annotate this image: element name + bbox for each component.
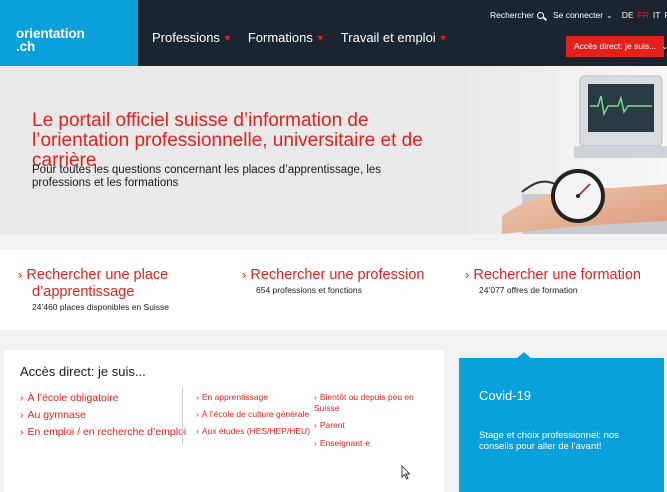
access-link-parent[interactable]: › Parent: [314, 420, 345, 431]
access-link-label: Bientôt ou depuis peu en Suisse: [314, 392, 414, 413]
quick-link-title[interactable]: Rechercher une place: [26, 267, 168, 283]
divider-band: [0, 234, 667, 250]
chevron-right-icon: ›: [196, 392, 199, 402]
access-heading: Accès direct: je suis...: [20, 364, 146, 379]
chevron-right-icon: ›: [18, 267, 23, 282]
quick-link-profession[interactable]: › Rechercher une profession 654 professio…: [242, 266, 424, 295]
hero-title: Le portail officiel suisse d’information…: [32, 110, 423, 171]
lang-de[interactable]: DE: [622, 10, 634, 20]
chevron-down-icon: ⌄: [606, 10, 613, 20]
mouse-cursor-icon: [401, 465, 411, 480]
access-link-enseignant[interactable]: › Enseignant·e: [314, 438, 370, 449]
nav-professions[interactable]: Professions ▼: [152, 30, 232, 45]
access-link-label: Enseignant·e: [319, 438, 370, 448]
access-link-gymnase[interactable]: › Au gymnase: [20, 409, 86, 422]
chevron-down-icon: ⌄: [661, 42, 667, 51]
nav-professions-label: Professions: [152, 30, 220, 45]
access-link-emploi[interactable]: › En emploi / en recherche d’emploi: [20, 426, 186, 439]
access-link-label: Aux études (HES/HEP/HEU): [201, 426, 311, 436]
access-link-ecole-obligatoire[interactable]: › À l’école obligatoire: [20, 392, 119, 405]
access-link-label: À l’école obligatoire: [27, 392, 119, 404]
nav-travail-label: Travail et emploi: [340, 30, 436, 45]
nav-travail-emploi[interactable]: Travail et emploi ▼: [341, 30, 448, 45]
chevron-down-icon: ▼: [222, 33, 232, 43]
search-label: Rechercher: [490, 10, 534, 20]
access-link-apprentissage[interactable]: › En apprentissage: [196, 392, 268, 403]
covid-title: Covid-19: [479, 388, 532, 403]
nav-formations-label: Formations: [247, 30, 313, 45]
quick-link-title[interactable]: Rechercher une formation: [473, 267, 641, 283]
quick-search: › Rechercher une place d’apprentissage 24…: [0, 250, 667, 330]
access-link-label: À l’école de culture générale: [201, 409, 310, 419]
chevron-right-icon: ›: [242, 267, 247, 282]
access-link-label: En emploi / en recherche d’emploi: [27, 426, 187, 438]
chevron-right-icon: ›: [20, 392, 24, 404]
chevron-right-icon: ›: [20, 409, 24, 421]
quick-link-detail: 24’460 places disponibles en Suisse: [32, 302, 170, 312]
chevron-right-icon: ›: [314, 392, 317, 402]
chevron-right-icon: ›: [465, 267, 470, 282]
access-link-label: Parent: [319, 420, 345, 430]
covid-text[interactable]: Stage et choix professionnel: nos consei…: [479, 430, 655, 452]
chevron-right-icon: ›: [196, 426, 199, 436]
language-switcher: DE FR IT RM: [622, 10, 667, 20]
quick-link-detail: 654 professions et fonctions: [256, 285, 362, 295]
chevron-right-icon: ›: [314, 438, 317, 448]
login-label: Se connecter: [552, 10, 604, 20]
chevron-right-icon: ›: [314, 420, 317, 430]
access-link-suisse[interactable]: › Bientôt ou depuis peu en Suisse: [314, 392, 414, 413]
main-nav: Professions ▼ Formations ▼ Travail et empl…: [152, 30, 448, 45]
lang-it[interactable]: IT: [653, 10, 661, 20]
logo-line2: .ch: [16, 39, 36, 54]
hero-photo: [462, 66, 667, 234]
nav-formations[interactable]: Formations ▼: [248, 30, 325, 45]
site-header: orientation .ch Professions ▼ Formations ▼…: [0, 0, 667, 70]
lang-fr[interactable]: FR: [638, 10, 649, 20]
search-link[interactable]: Rechercher: [490, 10, 544, 20]
hero-subtitle: Pour toutes les questions concernant les…: [32, 164, 382, 189]
quick-link-title-line2[interactable]: d’apprentissage: [18, 284, 228, 301]
quick-link-formation[interactable]: › Rechercher une formation 24’077 offres …: [465, 266, 641, 295]
access-link-label: Au gymnase: [27, 409, 86, 421]
quick-link-apprentissage[interactable]: › Rechercher une place d’apprentissage 24…: [18, 266, 228, 312]
chevron-down-icon: ▼: [315, 33, 325, 43]
access-panel: Accès direct: je suis... › À l’école obli…: [4, 350, 444, 492]
chevron-down-icon: ▼: [438, 33, 448, 43]
access-link-ecole-culture[interactable]: › À l’école de culture générale: [196, 409, 309, 420]
covid-card[interactable]: Covid-19 Stage et choix professionnel: n…: [459, 358, 664, 492]
search-icon: [536, 11, 544, 19]
access-button-label: Accès direct: je suis...: [574, 41, 657, 51]
column-divider: [182, 388, 183, 444]
hero-banner: Le portail officiel suisse d’information…: [0, 66, 667, 234]
access-link-label: En apprentissage: [201, 392, 269, 402]
chevron-right-icon: ›: [196, 409, 199, 419]
quick-link-detail: 24’077 offres de formation: [479, 285, 578, 295]
access-link-etudes[interactable]: › Aux études (HES/HEP/HEU): [196, 426, 310, 437]
chevron-right-icon: ›: [20, 426, 24, 438]
access-direct-button[interactable]: Accès direct: je suis... ⌄: [566, 36, 667, 57]
quick-link-title[interactable]: Rechercher une profession: [250, 267, 424, 283]
utility-nav: Rechercher Se connecter⌄ DE FR IT RM: [490, 10, 667, 20]
lower-section: Accès direct: je suis... › À l’école obli…: [0, 330, 667, 492]
login-link[interactable]: Se connecter ⌄: [553, 10, 613, 20]
logo[interactable]: orientation .ch: [0, 0, 138, 70]
